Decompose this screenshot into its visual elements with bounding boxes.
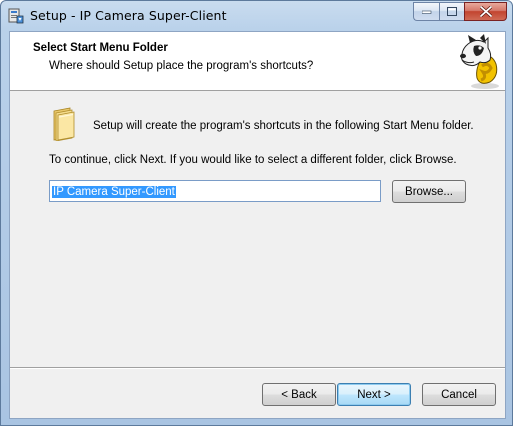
browse-button[interactable]: Browse... <box>392 180 466 203</box>
close-icon <box>479 6 492 17</box>
cancel-button[interactable]: Cancel <box>422 383 496 406</box>
start-menu-folder-input[interactable]: IP Camera Super-Client <box>49 180 381 202</box>
back-button[interactable]: < Back <box>262 383 336 406</box>
wizard-client-area: Select Start Menu Folder Where should Se… <box>9 31 506 419</box>
footer-divider <box>10 367 505 369</box>
caption-buttons <box>413 2 507 21</box>
minimize-button[interactable] <box>413 2 439 21</box>
next-button[interactable]: Next > <box>337 383 411 406</box>
maximize-button[interactable] <box>439 2 464 21</box>
continue-instructions: To continue, click Next. If you would li… <box>49 154 457 166</box>
shortcut-info-text: Setup will create the program's shortcut… <box>93 120 474 132</box>
wizard-dog-logo-icon <box>460 34 499 89</box>
window-title: Setup - IP Camera Super-Client <box>30 8 227 23</box>
page-title: Select Start Menu Folder <box>33 42 168 54</box>
page-subtitle: Where should Setup place the program's s… <box>49 60 314 72</box>
setup-window: Setup - IP Camera Super-Client Select St… <box>0 0 513 426</box>
wizard-header: Select Start Menu Folder Where should Se… <box>10 32 505 91</box>
title-bar[interactable]: Setup - IP Camera Super-Client <box>1 1 512 31</box>
folder-icon <box>53 107 75 141</box>
folder-input-value: IP Camera Super-Client <box>52 186 176 198</box>
maximize-icon <box>447 7 457 16</box>
minimize-icon <box>421 10 431 14</box>
setup-app-icon <box>8 8 24 24</box>
close-button[interactable] <box>464 2 507 21</box>
